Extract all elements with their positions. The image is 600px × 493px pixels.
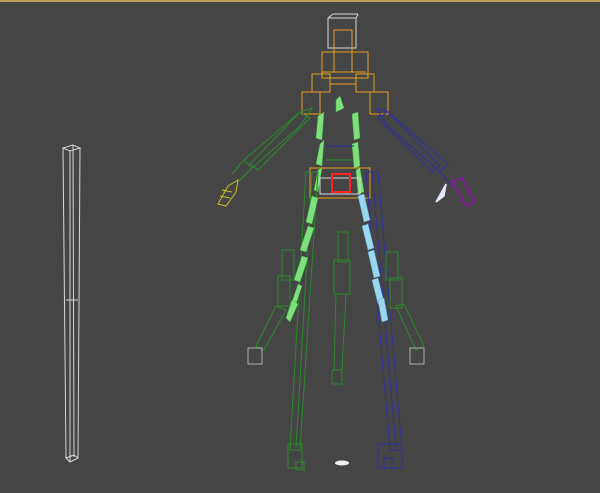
right-thigh-markers[interactable]	[357, 193, 389, 323]
tall-box-helper[interactable]	[61, 144, 82, 463]
right-hand-secondary[interactable]	[385, 251, 425, 365]
right-hand[interactable]	[435, 177, 476, 207]
scene-canvas[interactable]	[0, 0, 600, 493]
ground-marker	[335, 460, 349, 466]
left-hand-secondary[interactable]	[247, 249, 295, 365]
left-hand[interactable]	[217, 179, 239, 207]
biped-spine[interactable]	[313, 95, 365, 195]
biped-right-arm[interactable]	[374, 107, 453, 187]
left-thigh-markers[interactable]	[285, 195, 319, 323]
biped-center-tail[interactable]	[331, 231, 351, 385]
biped-head[interactable]	[301, 13, 389, 115]
viewport-perspective[interactable]	[0, 0, 600, 493]
biped-left-arm[interactable]	[231, 107, 314, 183]
